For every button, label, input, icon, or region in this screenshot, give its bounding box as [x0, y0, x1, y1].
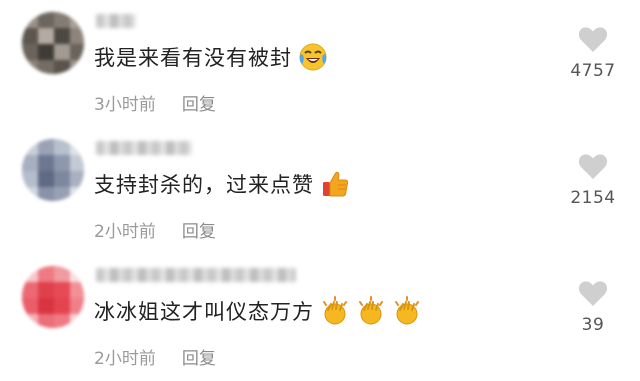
thumbs-up-icon	[323, 171, 349, 197]
like-count: 2154	[570, 188, 616, 208]
avatar[interactable]	[22, 12, 84, 74]
like-button[interactable]: 2154	[568, 153, 618, 208]
comment-meta: 2小时前 回复	[94, 344, 216, 369]
clapping-hands-icon	[395, 296, 419, 325]
reply-button[interactable]: 回复	[182, 222, 216, 242]
comment-text-content: 支持封杀的，过来点赞	[94, 173, 314, 197]
heart-icon	[578, 281, 608, 306]
laughing-tears-face-icon	[299, 43, 327, 71]
comment-item: 我是来看有没有被封 3小时前 回复 4757	[0, 0, 640, 127]
clapping-hands-icon	[359, 296, 383, 325]
like-button[interactable]: 39	[568, 280, 618, 335]
avatar[interactable]	[22, 266, 84, 328]
like-count: 39	[581, 315, 605, 335]
comment-meta: 2小时前 回复	[94, 217, 216, 242]
comment-time: 2小时前	[94, 349, 156, 369]
heart-icon	[578, 27, 608, 52]
reply-button[interactable]: 回复	[182, 95, 216, 115]
like-count: 4757	[570, 61, 616, 81]
comment-text-content: 我是来看有没有被封	[94, 46, 292, 70]
comment-time: 2小时前	[94, 222, 156, 242]
like-button[interactable]: 4757	[568, 26, 618, 81]
comment-text: 冰冰姐这才叫仪态万方	[94, 296, 422, 326]
username-blurred[interactable]	[96, 14, 136, 28]
avatar[interactable]	[22, 139, 84, 201]
comment-item: 冰冰姐这才叫仪态万方 2小时前 回复 39	[0, 254, 640, 381]
comment-text-content: 冰冰姐这才叫仪态万方	[94, 300, 314, 324]
username-blurred[interactable]	[96, 141, 192, 155]
username-blurred[interactable]	[96, 268, 296, 282]
reply-button[interactable]: 回复	[182, 349, 216, 369]
comment-time: 3小时前	[94, 95, 156, 115]
comment-text: 支持封杀的，过来点赞	[94, 169, 350, 199]
comment-list: 我是来看有没有被封 3小时前 回复 4757 支持封杀的，过来点赞 2小时前 回…	[0, 0, 640, 381]
comment-item: 支持封杀的，过来点赞 2小时前 回复 2154	[0, 127, 640, 254]
comment-meta: 3小时前 回复	[94, 90, 216, 115]
comment-text: 我是来看有没有被封	[94, 42, 328, 72]
heart-icon	[578, 154, 608, 179]
clapping-hands-icon	[323, 296, 347, 325]
